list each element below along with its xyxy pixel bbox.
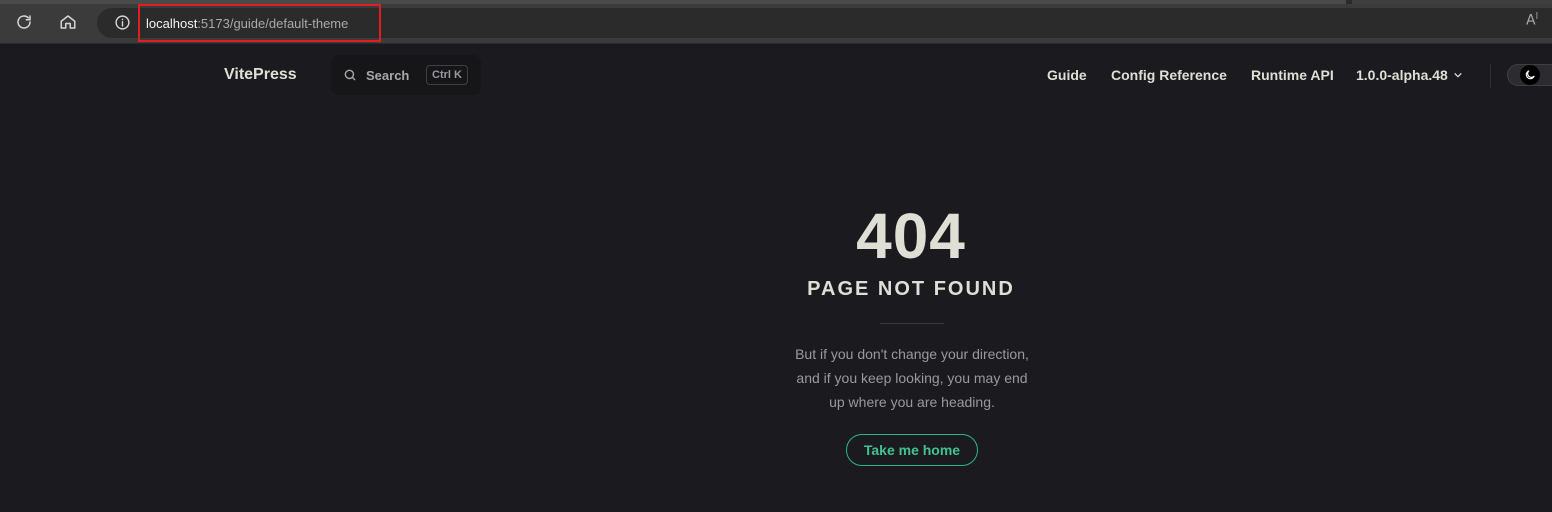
site-title[interactable]: VitePress [224, 66, 297, 84]
home-button[interactable] [54, 8, 82, 36]
divider [880, 323, 944, 324]
quote-line: up where you are heading. [829, 394, 995, 410]
error-title: PAGE NOT FOUND [807, 278, 1015, 300]
url-path: :5173/guide/default-theme [197, 15, 349, 31]
search-shortcut: Ctrl K [426, 65, 468, 85]
moon-icon [1520, 65, 1540, 85]
version-dropdown[interactable]: 1.0.0-alpha.48 [1356, 67, 1463, 83]
site-navbar: VitePress Search Ctrl K Guide Config Ref… [0, 44, 1552, 108]
nav-divider [1490, 64, 1491, 88]
quote-line: But if you don't change your direction, [795, 346, 1029, 362]
home-icon [60, 15, 76, 29]
quote-line: and if you keep looking, you may end [796, 370, 1028, 386]
site-info-icon[interactable] [113, 13, 131, 31]
chevron-down-icon [1454, 73, 1462, 78]
reload-icon [17, 15, 31, 29]
error-code: 404 [856, 200, 966, 272]
nav-link-config-reference[interactable]: Config Reference [1111, 67, 1227, 83]
reload-button[interactable] [10, 8, 38, 36]
search-button[interactable]: Search Ctrl K [331, 55, 481, 95]
error-quote: But if you don't change your direction, … [772, 342, 1052, 414]
url-text[interactable]: localhost:5173/guide/default-theme [138, 4, 381, 42]
take-me-home-button[interactable]: Take me home [846, 434, 978, 466]
nav-link-guide[interactable]: Guide [1047, 67, 1087, 83]
search-label: Search [366, 68, 410, 83]
version-label: 1.0.0-alpha.48 [1356, 67, 1448, 83]
search-icon [344, 69, 356, 81]
browser-toolbar: localhost:5173/guide/default-theme Aⅼ [0, 0, 1552, 44]
read-aloud-icon[interactable]: Aⅼ [1526, 12, 1538, 29]
not-found-page: 404 PAGE NOT FOUND But if you don't chan… [0, 108, 1552, 512]
url-host: localhost [146, 15, 198, 31]
nav-link-runtime-api[interactable]: Runtime API [1251, 67, 1334, 83]
